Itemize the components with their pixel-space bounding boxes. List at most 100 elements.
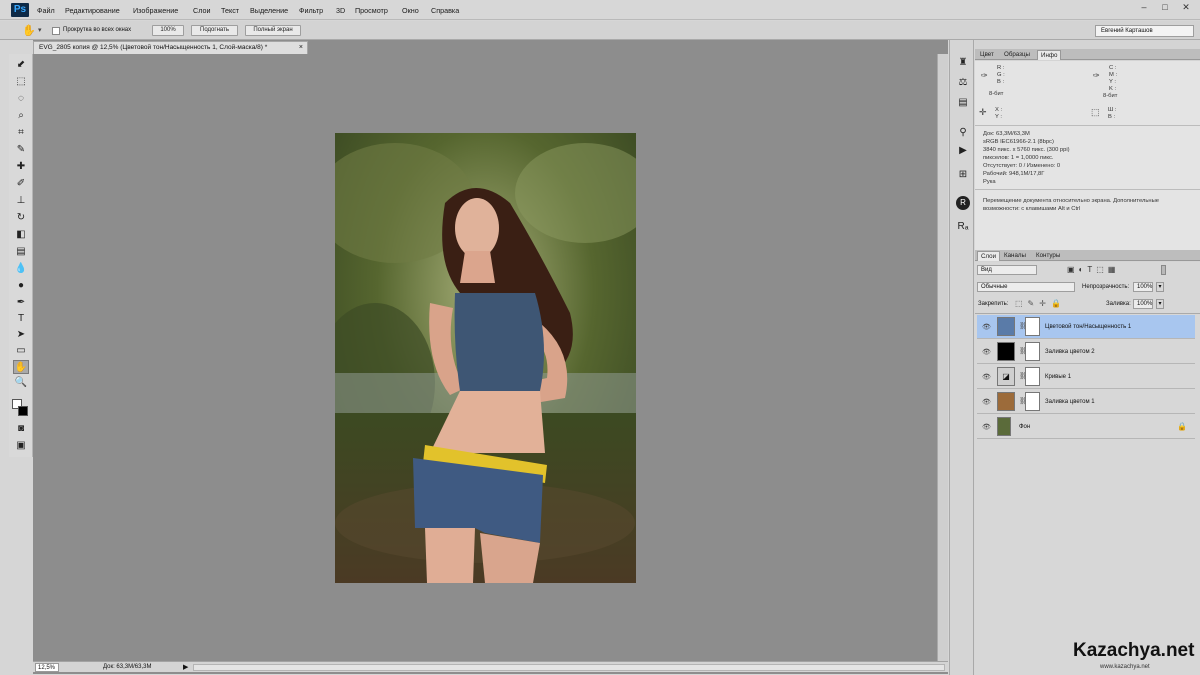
- menu-help[interactable]: Справка: [431, 6, 459, 15]
- layer-row[interactable]: 👁 ◪ ⛓ Кривые 1: [977, 365, 1195, 389]
- lock-options-icons[interactable]: ⬚✎✛🔒: [1015, 299, 1066, 308]
- quick-select-icon[interactable]: ⌕: [13, 109, 29, 123]
- layer-filter-select[interactable]: Вид: [977, 265, 1037, 275]
- tab-paths[interactable]: Контуры: [1033, 251, 1063, 261]
- tab-layers[interactable]: Слои: [977, 251, 1001, 261]
- scroll-all-checkbox[interactable]: [52, 27, 60, 35]
- tab-info[interactable]: Инфо: [1037, 50, 1062, 60]
- blend-mode-select[interactable]: Обычные: [977, 282, 1075, 292]
- type-icon[interactable]: T: [13, 312, 29, 326]
- layer-row[interactable]: 👁 ⛓ Заливка цветом 2: [977, 340, 1195, 364]
- vertical-scrollbar[interactable]: [937, 54, 948, 662]
- hand-tool-icon[interactable]: ✋: [22, 24, 36, 37]
- info-pixel-scale: пикселов: 1 = 1,0000 пикс.: [983, 155, 1054, 161]
- layer-filter-icons[interactable]: ▣◐T⬚▦: [1067, 265, 1119, 274]
- opacity-dropdown-icon[interactable]: ▾: [1156, 282, 1164, 292]
- layers-panel: Вид ▣◐T⬚▦ Обычные Непрозрачность: 100% ▾…: [975, 262, 1200, 675]
- properties-panel-icon[interactable]: ▤: [956, 96, 970, 110]
- layer-row[interactable]: 👁 ⛓ Цветовой тон/Насыщенность 1: [977, 315, 1195, 339]
- fill-field[interactable]: 100%: [1133, 299, 1153, 309]
- quick-mask-icon[interactable]: ◙: [13, 422, 29, 436]
- registered-panel-icon[interactable]: R: [956, 196, 970, 210]
- visibility-eye-icon[interactable]: 👁: [982, 323, 991, 331]
- hand-icon[interactable]: ✋: [13, 360, 29, 374]
- zoom-icon[interactable]: 🔍: [13, 376, 29, 390]
- workspace-selector[interactable]: Евгений Карташов: [1095, 25, 1194, 37]
- screen-mode-icon[interactable]: ▣: [13, 439, 29, 453]
- move-icon[interactable]: ⬋: [13, 58, 29, 72]
- menu-select[interactable]: Выделение: [250, 6, 288, 15]
- character-panel-icon[interactable]: Rₐ: [956, 220, 970, 234]
- eyedropper-icon[interactable]: ✎: [13, 143, 29, 157]
- pen-icon[interactable]: ✒: [13, 296, 29, 310]
- visibility-eye-icon[interactable]: 👁: [982, 348, 991, 356]
- healing-brush-icon[interactable]: ✚: [13, 160, 29, 174]
- layer-mask-thumbnail[interactable]: [1025, 367, 1040, 386]
- actions-panel-icon[interactable]: ▶: [956, 144, 970, 158]
- dodge-icon[interactable]: ●: [13, 279, 29, 293]
- eyedropper-readout-icon: ✑: [981, 71, 988, 80]
- maximize-icon[interactable]: □: [1160, 3, 1170, 12]
- visibility-eye-icon[interactable]: 👁: [982, 423, 991, 431]
- close-window-icon[interactable]: ✕: [1181, 3, 1191, 12]
- menu-type[interactable]: Текст: [221, 6, 239, 15]
- document-tab[interactable]: EVG_2805 копия @ 12,5% (Цветовой тон/Нас…: [33, 41, 308, 54]
- menu-layers[interactable]: Слои: [193, 6, 210, 15]
- fill-dropdown-icon[interactable]: ▾: [1156, 299, 1164, 309]
- info-scratch: Рабочий: 948,1M/17,8Г: [983, 171, 1045, 177]
- layer-mask-thumbnail[interactable]: [1025, 317, 1040, 336]
- shape-icon[interactable]: ▭: [13, 344, 29, 358]
- eraser-icon[interactable]: ◧: [13, 228, 29, 242]
- background-color-swatch[interactable]: [18, 406, 28, 416]
- layer-mask-thumbnail[interactable]: [1025, 342, 1040, 361]
- lock-label: Закрепить:: [978, 301, 1009, 307]
- clone-source-panel-icon[interactable]: ⊞: [956, 168, 970, 182]
- layer-row[interactable]: 👁 Фон 🔒: [977, 415, 1195, 439]
- blur-icon[interactable]: 💧: [13, 262, 29, 276]
- close-tab-icon[interactable]: ×: [299, 42, 303, 54]
- brush-panel-icon[interactable]: ⚲: [956, 126, 970, 140]
- crop-icon[interactable]: ⌗: [13, 126, 29, 140]
- photoshop-logo: Ps: [11, 3, 29, 17]
- path-select-icon[interactable]: ➤: [13, 328, 29, 342]
- tab-channels[interactable]: Каналы: [1001, 251, 1029, 261]
- fill-thumbnail: [997, 392, 1015, 411]
- menu-view[interactable]: Просмотр: [355, 6, 388, 15]
- zoom-level-field[interactable]: 12,5%: [35, 663, 59, 672]
- tab-color[interactable]: Цвет: [977, 50, 997, 60]
- visibility-eye-icon[interactable]: 👁: [982, 373, 991, 381]
- cmyk-eyedropper-icon: ✑: [1093, 71, 1100, 80]
- layer-mask-thumbnail[interactable]: [1025, 392, 1040, 411]
- layer-row[interactable]: 👁 ⛓ Заливка цветом 1: [977, 390, 1195, 414]
- menu-window[interactable]: Окно: [402, 6, 419, 15]
- document-canvas[interactable]: [335, 133, 636, 583]
- adjustments-panel-icon[interactable]: ⚖: [956, 76, 970, 90]
- lasso-icon[interactable]: ◌: [13, 92, 29, 106]
- cmyk-bit-depth: 8-бит: [1103, 93, 1118, 99]
- clone-stamp-icon[interactable]: ⊥: [13, 194, 29, 208]
- horizontal-scrollbar[interactable]: [193, 664, 945, 671]
- menu-3d[interactable]: 3D: [336, 6, 345, 15]
- actual-pixels-button[interactable]: 100%: [152, 25, 184, 36]
- history-brush-icon[interactable]: ↻: [13, 211, 29, 225]
- menu-edit[interactable]: Редактирование: [65, 6, 120, 15]
- fit-screen-button[interactable]: Подогнать: [191, 25, 238, 36]
- history-panel-icon[interactable]: ♜: [956, 56, 970, 70]
- menu-image[interactable]: Изображение: [133, 6, 178, 15]
- right-panels: Цвет Образцы Инфо ✑ R : G : B : 8-бит ✑ …: [975, 40, 1200, 675]
- marquee-icon[interactable]: ⬚: [13, 75, 29, 89]
- opacity-field[interactable]: 100%: [1133, 282, 1153, 292]
- menu-file[interactable]: Файл: [37, 6, 55, 15]
- visibility-eye-icon[interactable]: 👁: [982, 398, 991, 406]
- minimize-icon[interactable]: –: [1139, 3, 1149, 12]
- brush-icon[interactable]: ✐: [13, 177, 29, 191]
- tool-preset-chevron-icon[interactable]: ▾: [38, 26, 42, 34]
- filter-toggle[interactable]: [1161, 265, 1166, 275]
- fill-screen-button[interactable]: Полный экран: [245, 25, 301, 36]
- tab-swatches[interactable]: Образцы: [1001, 50, 1033, 60]
- gradient-icon[interactable]: ▤: [13, 245, 29, 259]
- layer-name: Заливка цветом 2: [1045, 349, 1095, 355]
- menu-filter[interactable]: Фильтр: [299, 6, 323, 15]
- status-menu-arrow-icon[interactable]: ▶: [183, 663, 188, 671]
- watermark-subtitle: www.kazachya.net: [1100, 664, 1150, 670]
